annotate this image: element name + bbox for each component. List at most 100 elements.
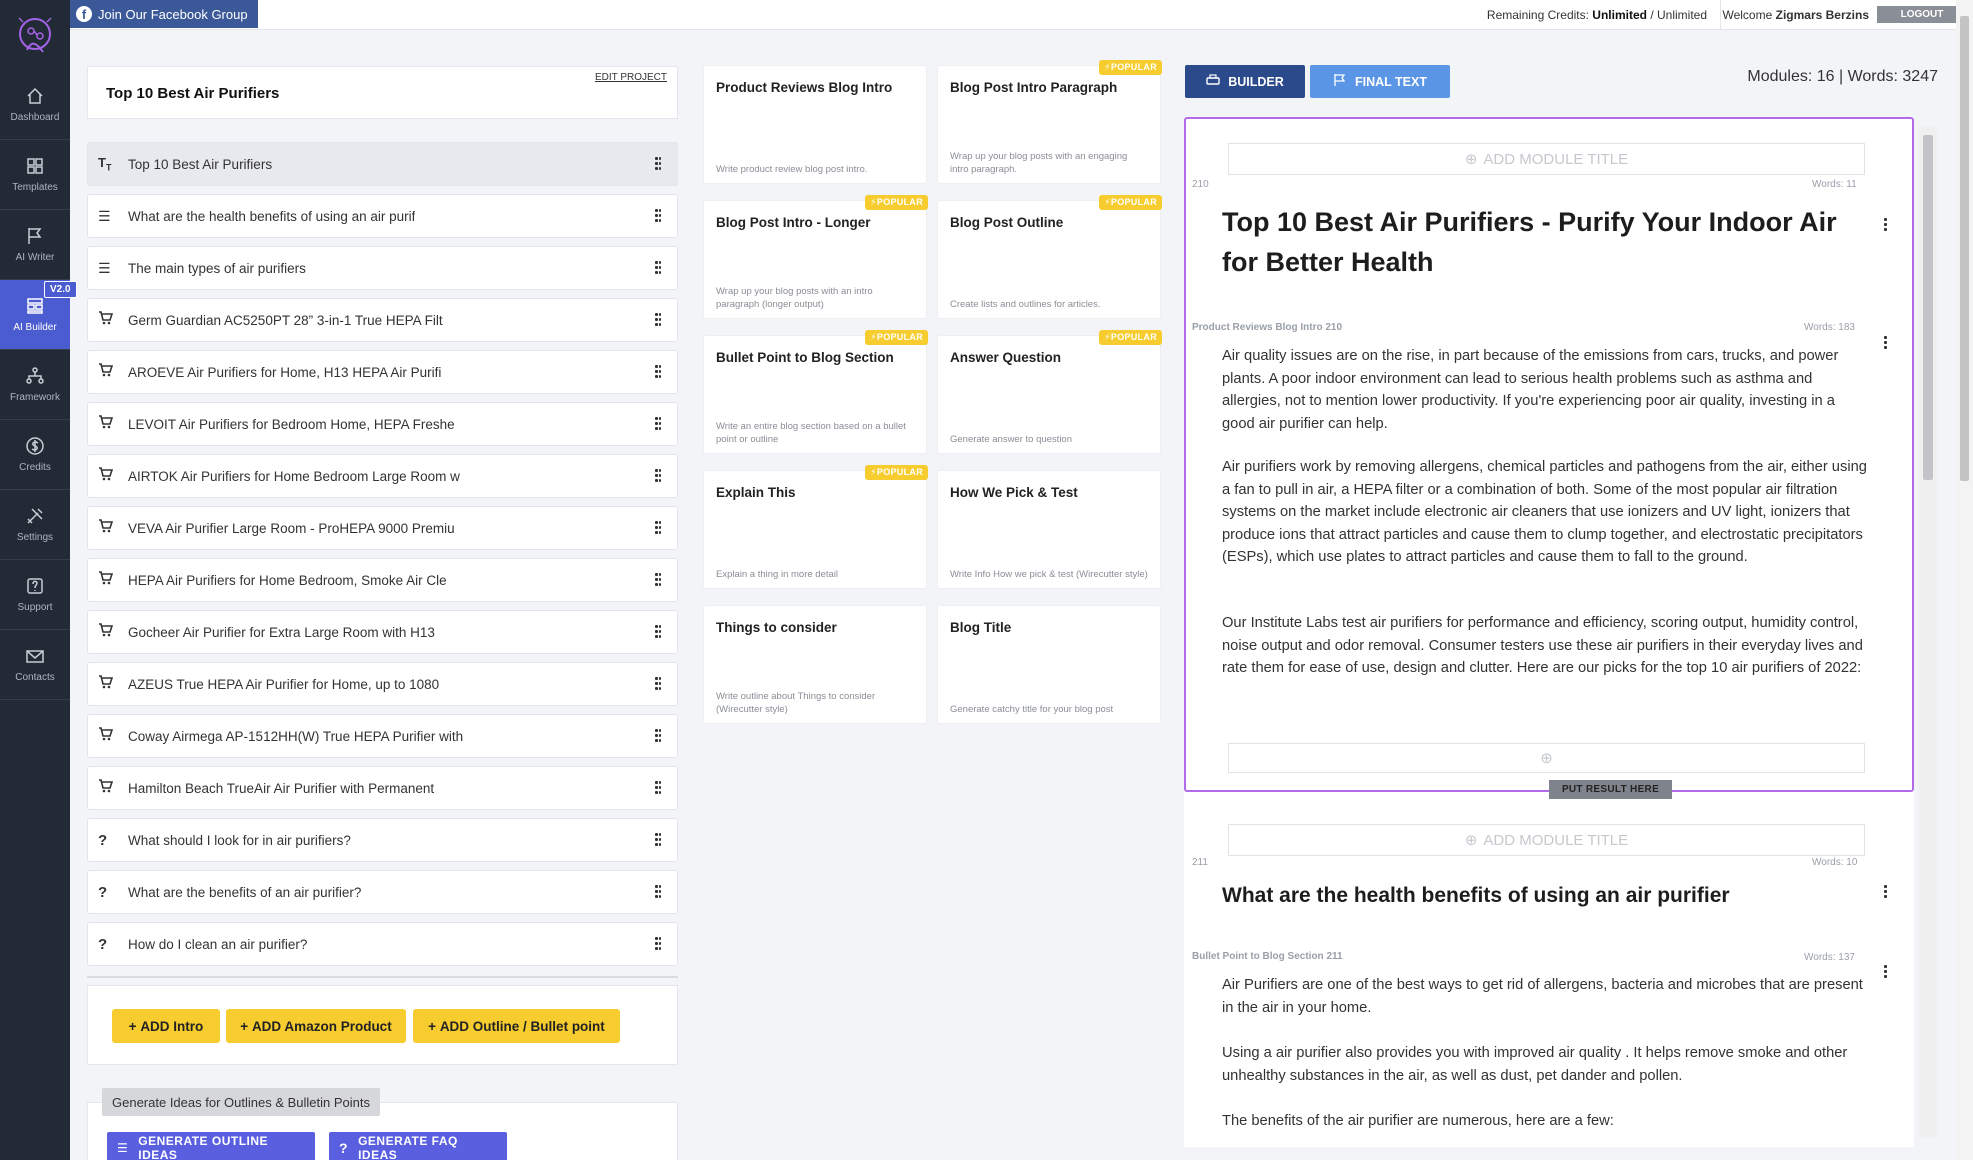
template-card[interactable]: Answer Question Generate answer to questi… (937, 330, 1162, 454)
outline-item-text: What should I look for in air purifiers? (128, 832, 351, 848)
drag-handle-icon[interactable] (655, 260, 661, 276)
body-paragraph[interactable]: Air quality issues are on the rise, in p… (1222, 345, 1867, 435)
outline-item[interactable]: Gocheer Air Purifier for Extra Large Roo… (87, 610, 678, 654)
drag-handle-icon[interactable] (655, 208, 661, 224)
template-card[interactable]: Explain This Explain a thing in more deta… (703, 465, 928, 589)
body-paragraph[interactable]: Our Institute Labs test air purifiers fo… (1222, 612, 1867, 680)
builder-scrollbar[interactable] (1919, 127, 1937, 1137)
outline-item[interactable]: VEVA Air Purifier Large Room - ProHEPA 9… (87, 506, 678, 550)
drag-handle-icon[interactable] (655, 312, 661, 328)
outline-item[interactable]: ☰ What are the health benefits of using a… (87, 194, 678, 238)
lightning-icon: ⚡ (1104, 332, 1111, 342)
popular-badge: ⚡POPULAR (1099, 330, 1162, 345)
scroll-thumb[interactable] (1960, 16, 1969, 481)
list-icon: ☰ (98, 207, 111, 224)
lightning-icon: ⚡ (870, 197, 877, 207)
add-intro-button[interactable]: + ADD Intro (112, 1009, 220, 1043)
template-card[interactable]: Product Reviews Blog Intro Write product … (703, 65, 927, 184)
outline-list: TT Top 10 Best Air Purifiers ☰ What are the… (87, 142, 678, 978)
drag-handle-icon[interactable] (655, 572, 661, 588)
drag-handle-icon[interactable] (655, 676, 661, 692)
drag-handle-icon[interactable] (655, 780, 661, 796)
scroll-thumb[interactable] (1923, 135, 1933, 480)
sidebar-item-label: Dashboard (10, 112, 60, 123)
module-211: ⊕ ADD MODULE TITLE 211 Words: 10 What ar… (1184, 795, 1914, 1147)
generate-faq-ideas-button[interactable]: ? GENERATE FAQ IDEAS (329, 1132, 507, 1160)
title-word-count: Words: 11 (1812, 179, 1857, 190)
outline-item[interactable]: HEPA Air Purifiers for Home Bedroom, Smo… (87, 558, 678, 602)
body-paragraph[interactable]: Using a air purifier also provides you w… (1222, 1042, 1867, 1087)
sidebar-item-settings[interactable]: Settings (0, 490, 70, 560)
template-description: Write an entire blog section based on a … (716, 421, 906, 445)
generate-outline-ideas-button[interactable]: ☰ GENERATE OUTLINE IDEAS (107, 1132, 315, 1160)
drag-handle-icon[interactable] (655, 624, 661, 640)
sidebar-item-label: AI Writer (15, 252, 55, 263)
module-source: Product Reviews Blog Intro 210 (1192, 322, 1343, 333)
app-logo-icon[interactable] (13, 14, 57, 58)
drag-handle-icon[interactable] (655, 156, 661, 172)
template-card[interactable]: Blog Post Outline Create lists and outlin… (937, 195, 1162, 319)
sidebar-item-ai-writer[interactable]: AI Writer (0, 210, 70, 280)
outline-item[interactable]: AROEVE Air Purifiers for Home, H13 HEPA … (87, 350, 678, 394)
outline-item[interactable]: Coway Airmega AP-1512HH(W) True HEPA Pur… (87, 714, 678, 758)
body-paragraph[interactable]: Air Purifiers are one of the best ways t… (1222, 974, 1867, 1019)
add-below-button[interactable]: ⊕ (1228, 743, 1865, 773)
drag-handle-icon[interactable] (655, 416, 661, 432)
outline-item[interactable]: ? What are the benefits of an air purifie… (87, 870, 678, 914)
body-options-icon[interactable] (1884, 964, 1890, 980)
sidebar-item-support[interactable]: Support (0, 560, 70, 630)
sidebar: Dashboard Templates AI Writer AI Builder Fra… (0, 0, 77, 1160)
template-title: Things to consider (716, 620, 837, 635)
drag-handle-icon[interactable] (655, 364, 661, 380)
logout-button[interactable]: LOGOUT (1877, 6, 1967, 23)
add-amazon-product-button[interactable]: + ADD Amazon Product (226, 1009, 406, 1043)
outline-item[interactable]: Hamilton Beach TrueAir Air Purifier with… (87, 766, 678, 810)
sidebar-item-credits[interactable]: Credits (0, 420, 70, 490)
outline-item[interactable]: AZEUS True HEPA Air Purifier for Home, u… (87, 662, 678, 706)
template-card[interactable]: Bullet Point to Blog Section Write an ent… (703, 330, 928, 454)
facebook-group-link[interactable]: f Join Our Facebook Group (70, 0, 258, 28)
outline-item[interactable]: ? What should I look for in air purifiers… (87, 818, 678, 862)
add-module-title-button[interactable]: ⊕ ADD MODULE TITLE (1228, 143, 1865, 175)
module-options-icon[interactable] (1884, 884, 1890, 900)
drag-handle-icon[interactable] (655, 468, 661, 484)
sidebar-item-label: Credits (19, 462, 51, 473)
drag-handle-icon[interactable] (655, 520, 661, 536)
module-heading[interactable]: Top 10 Best Air Purifiers - Purify Your … (1222, 202, 1862, 282)
template-card[interactable]: Blog Title Generate catchy title for your… (937, 605, 1161, 724)
outline-item[interactable]: AIRTOK Air Purifiers for Home Bedroom La… (87, 454, 678, 498)
outline-item[interactable]: ? How do I clean an air purifier? (87, 922, 678, 966)
body-paragraph[interactable]: Air purifiers work by removing allergens… (1222, 456, 1867, 569)
outline-item[interactable]: TT Top 10 Best Air Purifiers (87, 142, 678, 186)
sidebar-item-framework[interactable]: Framework (0, 350, 70, 420)
module-source: Bullet Point to Blog Section 211 (1192, 951, 1343, 962)
drag-handle-icon[interactable] (655, 728, 661, 744)
drag-handle-icon[interactable] (655, 832, 661, 848)
template-card[interactable]: Things to consider Write outline about Th… (703, 605, 927, 724)
body-paragraph[interactable]: The benefits of the air purifier are num… (1222, 1110, 1867, 1133)
outline-item-text: VEVA Air Purifier Large Room - ProHEPA 9… (128, 520, 455, 536)
drag-handle-icon[interactable] (655, 936, 661, 952)
sidebar-item-contacts[interactable]: Contacts (0, 630, 70, 700)
builder-tab-button[interactable]: BUILDER (1185, 65, 1305, 98)
template-card[interactable]: Blog Post Intro - Longer Wrap up your blo… (703, 195, 928, 319)
edit-project-link[interactable]: EDIT PROJECT (595, 72, 667, 83)
add-module-title-button[interactable]: ⊕ ADD MODULE TITLE (1228, 824, 1865, 856)
page-scrollbar[interactable] (1956, 0, 1973, 1160)
module-options-icon[interactable] (1884, 217, 1890, 233)
template-title: Blog Post Intro - Longer (716, 215, 871, 230)
outline-item[interactable]: ☰ The main types of air purifiers (87, 246, 678, 290)
add-outline-button[interactable]: + ADD Outline / Bullet point (413, 1009, 620, 1043)
sidebar-item-dashboard[interactable]: Dashboard (0, 70, 70, 140)
final-text-tab-button[interactable]: FINAL TEXT (1310, 65, 1450, 98)
outline-item-text: What are the benefits of an air purifier… (128, 884, 362, 900)
template-card[interactable]: How We Pick & Test Write Info How we pick… (937, 470, 1161, 589)
drag-handle-icon[interactable] (655, 884, 661, 900)
body-options-icon[interactable] (1884, 335, 1890, 351)
module-heading[interactable]: What are the health benefits of using an… (1222, 884, 1730, 908)
outline-item-text: Coway Airmega AP-1512HH(W) True HEPA Pur… (128, 728, 464, 744)
outline-item[interactable]: Germ Guardian AC5250PT 28” 3-in-1 True H… (87, 298, 678, 342)
sidebar-item-templates[interactable]: Templates (0, 140, 70, 210)
template-card[interactable]: Blog Post Intro Paragraph Wrap up your bl… (937, 60, 1162, 184)
outline-item[interactable]: LEVOIT Air Purifiers for Bedroom Home, H… (87, 402, 678, 446)
